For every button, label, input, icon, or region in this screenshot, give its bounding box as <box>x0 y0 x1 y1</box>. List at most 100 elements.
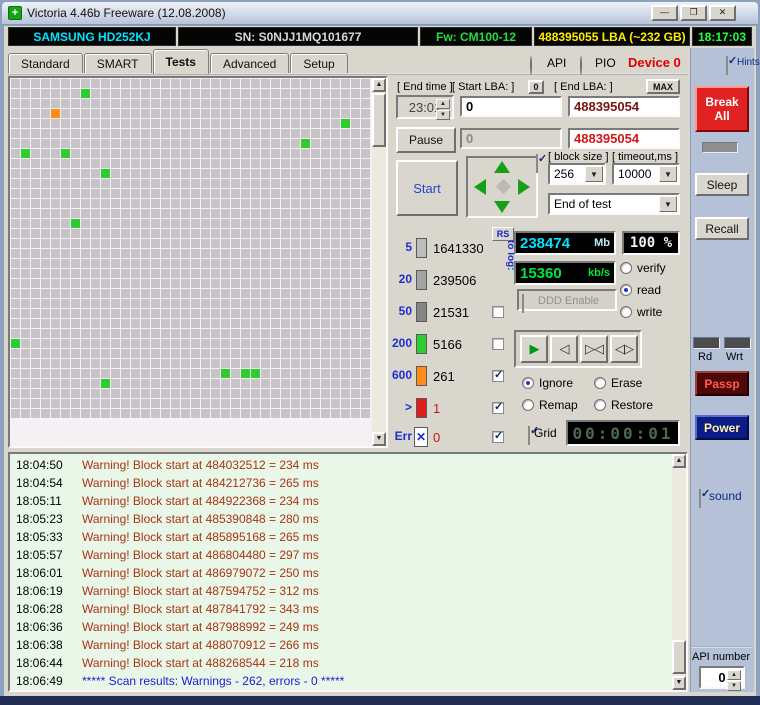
seek-back-button[interactable]: ◁▷ <box>610 335 638 363</box>
recall-button[interactable]: Recall <box>695 217 749 240</box>
start-lba-input[interactable]: 0 <box>460 96 562 117</box>
map-cell <box>21 149 30 158</box>
log-scroll-up-icon[interactable] <box>672 454 686 468</box>
hints-label[interactable]: Hints <box>737 57 760 68</box>
tab-standard[interactable]: Standard <box>8 53 83 74</box>
map-cell <box>331 339 340 348</box>
sound-checkbox[interactable] <box>699 489 701 508</box>
map-cell <box>31 339 40 348</box>
map-cell <box>141 229 150 238</box>
map-cell <box>101 399 110 408</box>
block-size-select[interactable]: 256 <box>548 163 606 185</box>
tab-setup[interactable]: Setup <box>290 53 347 74</box>
arrow-left-icon[interactable] <box>474 179 486 195</box>
direction-pad[interactable] <box>466 156 538 218</box>
log-scrollbar[interactable] <box>672 454 686 690</box>
map-cell <box>91 389 100 398</box>
power-button[interactable]: Power <box>695 415 749 440</box>
map-cell <box>151 329 160 338</box>
map-cell <box>291 249 300 258</box>
close-button[interactable]: ✕ <box>709 5 736 21</box>
start-lba-zero-button[interactable]: 0 <box>528 80 544 94</box>
play-button[interactable]: ▶ <box>520 335 548 363</box>
arrow-up-icon[interactable] <box>494 161 510 173</box>
hints-checkbox[interactable] <box>726 56 728 75</box>
map-cell <box>121 89 130 98</box>
map-cell <box>341 369 350 378</box>
map-cell <box>241 289 250 298</box>
break-all-button[interactable]: Break All <box>695 86 749 132</box>
map-scrollbar[interactable] <box>372 78 386 446</box>
tab-smart[interactable]: SMART <box>84 53 152 74</box>
map-scrollbar-thumb[interactable] <box>372 93 386 147</box>
title-bar[interactable]: + Victoria 4.46b Freeware (12.08.2008) —… <box>2 2 758 25</box>
legend-log-checkbox[interactable] <box>492 338 504 350</box>
log-scrollbar-thumb[interactable] <box>672 640 686 674</box>
sleep-button[interactable]: Sleep <box>695 173 749 196</box>
end-time-stepper[interactable]: 23:01 <box>396 95 454 119</box>
map-cell <box>41 369 50 378</box>
legend-log-checkbox[interactable] <box>492 431 504 443</box>
arrow-right-icon[interactable] <box>518 179 530 195</box>
seek-forward-button[interactable]: ▷◁ <box>580 335 608 363</box>
map-cell <box>331 89 340 98</box>
tab-tests[interactable]: Tests <box>153 49 209 74</box>
map-cell <box>51 79 60 88</box>
start-button[interactable]: Start <box>396 160 458 216</box>
step-back-button[interactable]: ◁ <box>550 335 578 363</box>
api-radio[interactable] <box>530 56 532 75</box>
map-cell <box>261 349 270 358</box>
radio-read[interactable]: read <box>620 279 666 301</box>
map-cell <box>271 209 280 218</box>
api-label[interactable]: API <box>547 56 566 70</box>
map-cell <box>121 409 130 418</box>
grid-label[interactable]: Grid <box>534 426 557 440</box>
map-cell <box>331 119 340 128</box>
dpad-checkbox[interactable] <box>536 154 538 173</box>
grid-checkbox[interactable] <box>528 426 530 445</box>
pio-radio[interactable] <box>580 56 582 75</box>
legend-log-checkbox[interactable] <box>492 306 504 318</box>
api-number-stepper[interactable]: 0 <box>699 666 745 689</box>
radio-restore[interactable]: Restore <box>594 394 653 416</box>
scroll-down-icon[interactable] <box>372 432 386 446</box>
log-scroll-down-icon[interactable] <box>672 676 686 690</box>
map-cell <box>251 289 260 298</box>
map-cell <box>171 329 180 338</box>
minimize-button[interactable]: — <box>651 5 678 21</box>
map-cell <box>251 319 260 328</box>
sound-label[interactable]: sound <box>709 489 742 503</box>
api-number-spin-buttons[interactable] <box>727 670 741 685</box>
map-cell <box>261 189 270 198</box>
map-cell <box>61 339 70 348</box>
tab-advanced[interactable]: Advanced <box>210 53 289 74</box>
pause-button[interactable]: Pause <box>396 127 456 153</box>
radio-erase[interactable]: Erase <box>594 372 642 394</box>
radio-ignore[interactable]: Ignore <box>522 372 573 394</box>
maximize-button[interactable]: ❐ <box>680 5 707 21</box>
radio-verify[interactable]: verify <box>620 257 666 279</box>
map-cell <box>201 409 210 418</box>
arrow-down-icon[interactable] <box>494 201 510 213</box>
map-cell <box>311 409 320 418</box>
end-lba-input[interactable]: 488395054 <box>568 96 680 117</box>
legend-log-checkbox[interactable] <box>492 402 504 414</box>
legend-log-checkbox[interactable] <box>492 370 504 382</box>
map-cell <box>191 249 200 258</box>
timeout-select[interactable]: 10000 <box>612 163 680 185</box>
radio-write[interactable]: write <box>620 301 666 323</box>
radio-remap[interactable]: Remap <box>522 394 578 416</box>
scroll-up-icon[interactable] <box>372 78 386 92</box>
map-cell <box>81 329 90 338</box>
map-cell <box>331 329 340 338</box>
map-cell <box>311 119 320 128</box>
map-cell <box>361 79 370 88</box>
max-lba-button[interactable]: MAX <box>646 79 680 94</box>
ddd-enable-checkbox[interactable] <box>522 294 524 313</box>
passp-button[interactable]: Passp <box>695 371 749 396</box>
end-time-spin-buttons[interactable] <box>436 99 450 115</box>
end-action-select[interactable]: End of test <box>548 193 680 215</box>
map-cell <box>211 119 220 128</box>
pio-label[interactable]: PIO <box>595 56 616 70</box>
map-cell <box>131 379 140 388</box>
